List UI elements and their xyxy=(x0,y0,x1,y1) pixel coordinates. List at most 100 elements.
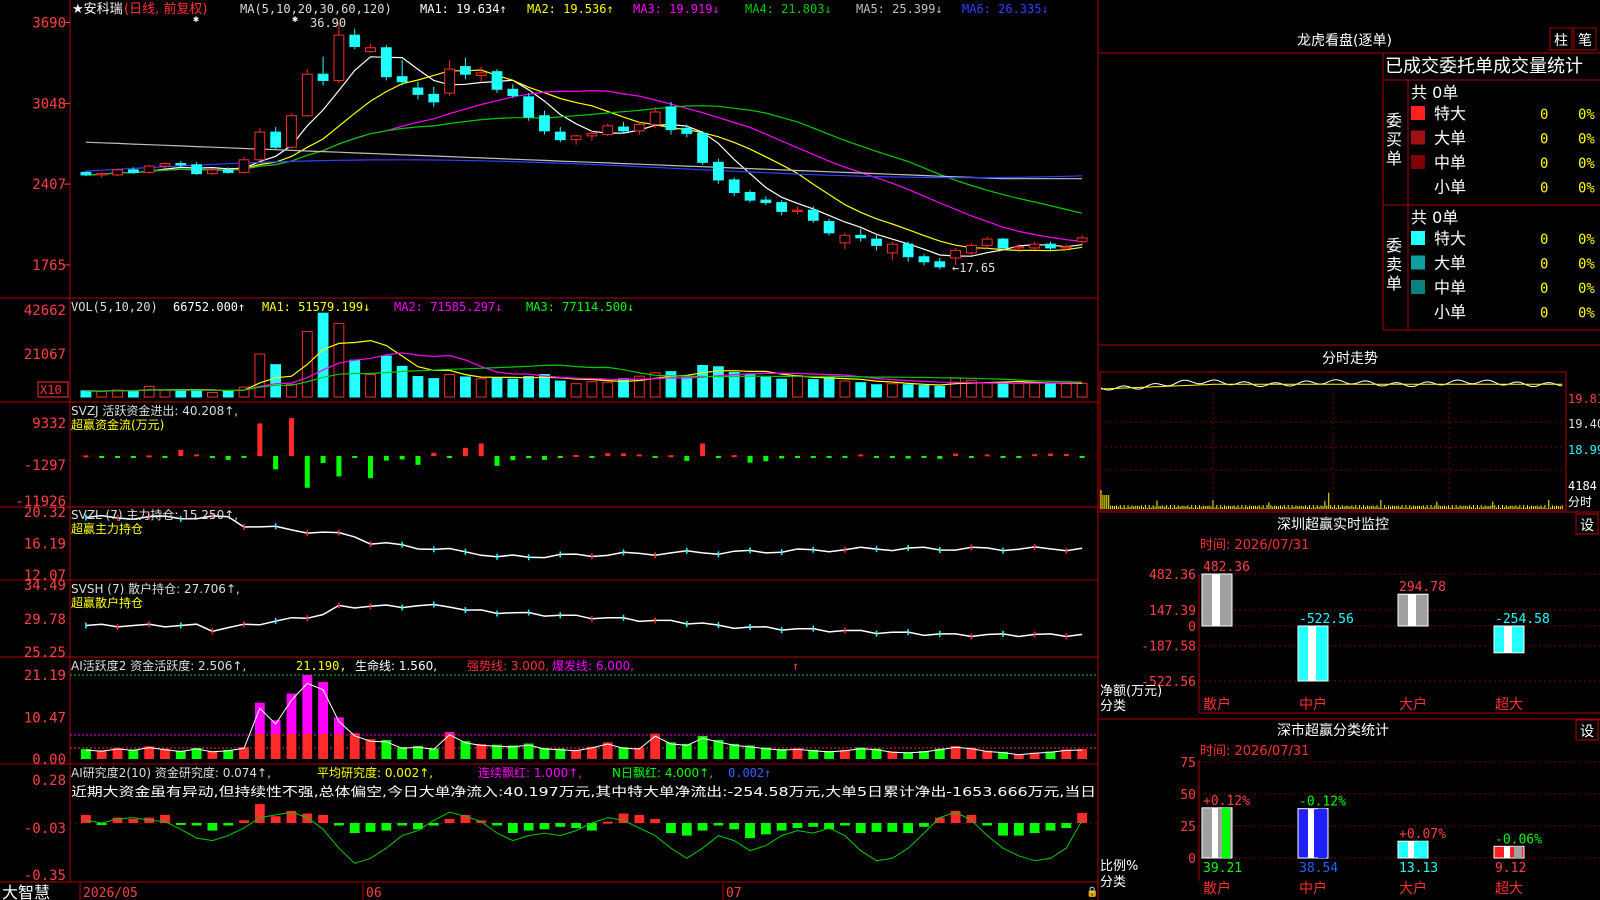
svzl-sub: 超赢主力持仓 xyxy=(71,521,143,536)
volume-bar xyxy=(96,390,108,398)
candle-body xyxy=(744,192,756,201)
ai-research-bar xyxy=(207,823,218,831)
lhb-row-count: 0 xyxy=(1540,156,1548,172)
sell-side-char-3: 单 xyxy=(1386,274,1402,293)
classify-delta-label: +0.07% xyxy=(1399,827,1446,842)
svsh-panel[interactable]: SVSH (7) 散户持仓: 27.706↑, 超赢散户持仓 34.49 29.7… xyxy=(24,578,1083,661)
ai1-v5: 爆发线: 6.000, xyxy=(552,658,634,673)
ai1-v2: 21.190, xyxy=(296,659,347,673)
x-label-jun: 06 xyxy=(366,886,382,900)
ai-activity-ytick: 10.47 xyxy=(24,710,66,726)
lhb-row-label: 小单 xyxy=(1434,178,1466,197)
volume-bar xyxy=(365,374,376,398)
ai-research-bar xyxy=(428,823,439,826)
lhb-row-count: 0 xyxy=(1540,181,1548,197)
lhb-row-count: 0 xyxy=(1540,306,1548,322)
candle-body xyxy=(428,93,440,103)
ai-research-bar xyxy=(713,823,724,826)
svzj-bar xyxy=(383,456,389,461)
svzj-bar xyxy=(715,456,721,459)
volume-bar xyxy=(175,390,187,398)
ai-research-panel[interactable]: AI研究度2(10) 资金研究度: 0.074↑, 平均研究度: 0.002↑,… xyxy=(24,765,1098,884)
ai-activity-bar-base xyxy=(286,734,297,759)
fenshi-ytick-2: 19.40 xyxy=(1568,417,1600,431)
vol-ma1: MA1: 51579.199↓ xyxy=(262,300,370,314)
volume-ytick: 42662 xyxy=(24,303,66,319)
volume-bar xyxy=(760,376,772,398)
volume-bar xyxy=(207,392,218,398)
main-chart-area[interactable]: 3690304824071765 ★安科瑞 (日线, 前复权) MA(5,10,… xyxy=(0,0,1600,900)
fenshi-ytick-1: 19.81 xyxy=(1568,392,1600,406)
classify-bar-accent xyxy=(1222,807,1230,858)
candlesticks[interactable] xyxy=(80,22,1088,270)
ma-line xyxy=(85,89,1083,242)
monitor-ytick: 482.36 xyxy=(1149,568,1196,583)
candle-body xyxy=(1029,243,1041,249)
svzl-header: SVZL (7) 主力持仓: 15.250↑, xyxy=(71,507,238,522)
volume-bar xyxy=(1045,382,1056,398)
svzj-bar xyxy=(731,455,737,458)
svzj-bar xyxy=(779,456,785,459)
candle-body xyxy=(539,115,550,132)
volume-bar xyxy=(428,378,440,398)
svzj-bars[interactable] xyxy=(83,418,1085,488)
ai-activity-bar-top xyxy=(270,720,281,735)
classify-bar-highlight xyxy=(1212,807,1218,858)
svzj-bar xyxy=(810,456,816,458)
ai-research-bar xyxy=(681,823,692,836)
svzl-panel[interactable]: SVZL (7) 主力持仓: 15.250↑, 超赢主力持仓 20.32 16.1… xyxy=(24,505,1083,584)
svzj-ytick: 9332 xyxy=(32,416,66,432)
fenshi-ytick-3: 18.99 xyxy=(1568,443,1600,457)
ai-activity-bar-top xyxy=(254,702,265,735)
ai-research-bar xyxy=(539,823,550,830)
ai-activity-bar xyxy=(428,748,439,759)
price-panel[interactable]: 3690304824071765 ★安科瑞 (日线, 前复权) MA(5,10,… xyxy=(32,1,1088,275)
volume-bar xyxy=(507,378,519,398)
volume-panel[interactable]: VOL(5,10,20) 66752.000↑ MA1: 51579.199↓ … xyxy=(24,300,1088,398)
ai-research-bar xyxy=(397,823,408,826)
candle-body xyxy=(997,238,1009,249)
candle-body xyxy=(966,244,977,254)
candle-body xyxy=(207,169,218,175)
price-ytick: 2407 xyxy=(32,177,66,193)
lhb-row-pct: 0% xyxy=(1578,156,1595,172)
candle-body xyxy=(649,111,661,126)
fenshi-title: 分时走势 xyxy=(1322,351,1378,367)
ai-activity-panel[interactable]: AI活跃度2 资金活跃度: 2.506↑, 21.190, 生命线: 1.560… xyxy=(24,658,1098,768)
monitor-bar-highlight xyxy=(1308,626,1316,681)
ai-research-bar xyxy=(334,823,344,826)
candle-body xyxy=(317,73,329,81)
svzj-bar xyxy=(605,453,611,456)
lhb-row-pct: 0% xyxy=(1578,132,1595,148)
ai-activity-bar xyxy=(476,743,487,759)
lhb-row-count: 0 xyxy=(1540,132,1548,148)
ma-line xyxy=(85,141,1083,180)
svzj-panel[interactable]: SVZJ 活跃资金进出: 40.208↑, 超赢资金流(万元) 9332 -129… xyxy=(15,403,1098,510)
svzj-bar xyxy=(83,455,89,458)
ai-research-bar xyxy=(1061,823,1072,829)
volume-bar xyxy=(491,377,503,398)
volume-bar xyxy=(697,365,708,398)
low-price-label: ←17.65 xyxy=(952,261,995,275)
lhb-color-swatch xyxy=(1411,106,1425,120)
volume-bar xyxy=(570,383,582,398)
ai-activity-bar xyxy=(507,745,518,759)
volume-bar xyxy=(902,384,914,398)
volume-bar xyxy=(744,374,756,398)
classify-value-label: 13.13 xyxy=(1399,861,1438,876)
ai-research-bar xyxy=(1013,823,1024,836)
svzj-bar xyxy=(99,456,105,458)
ai-research-bar xyxy=(776,823,787,831)
candle-body xyxy=(127,169,139,173)
monitor-ylabel: 净额(万元) xyxy=(1100,684,1162,699)
ai-research-bar xyxy=(650,818,661,823)
sell-total: 共 0单 xyxy=(1411,208,1458,227)
svzj-y-ticks: 9332-1297-11926 xyxy=(15,416,66,510)
ai-activity-bar xyxy=(397,747,408,759)
volume-bar xyxy=(950,377,961,398)
classify-value-label: 38.54 xyxy=(1299,861,1338,876)
ai-activity-bars[interactable] xyxy=(81,675,1087,759)
svzj-bar xyxy=(431,452,437,456)
classify-ylabel: 比例% xyxy=(1100,859,1138,874)
sell-side-char-1: 委 xyxy=(1386,236,1402,255)
